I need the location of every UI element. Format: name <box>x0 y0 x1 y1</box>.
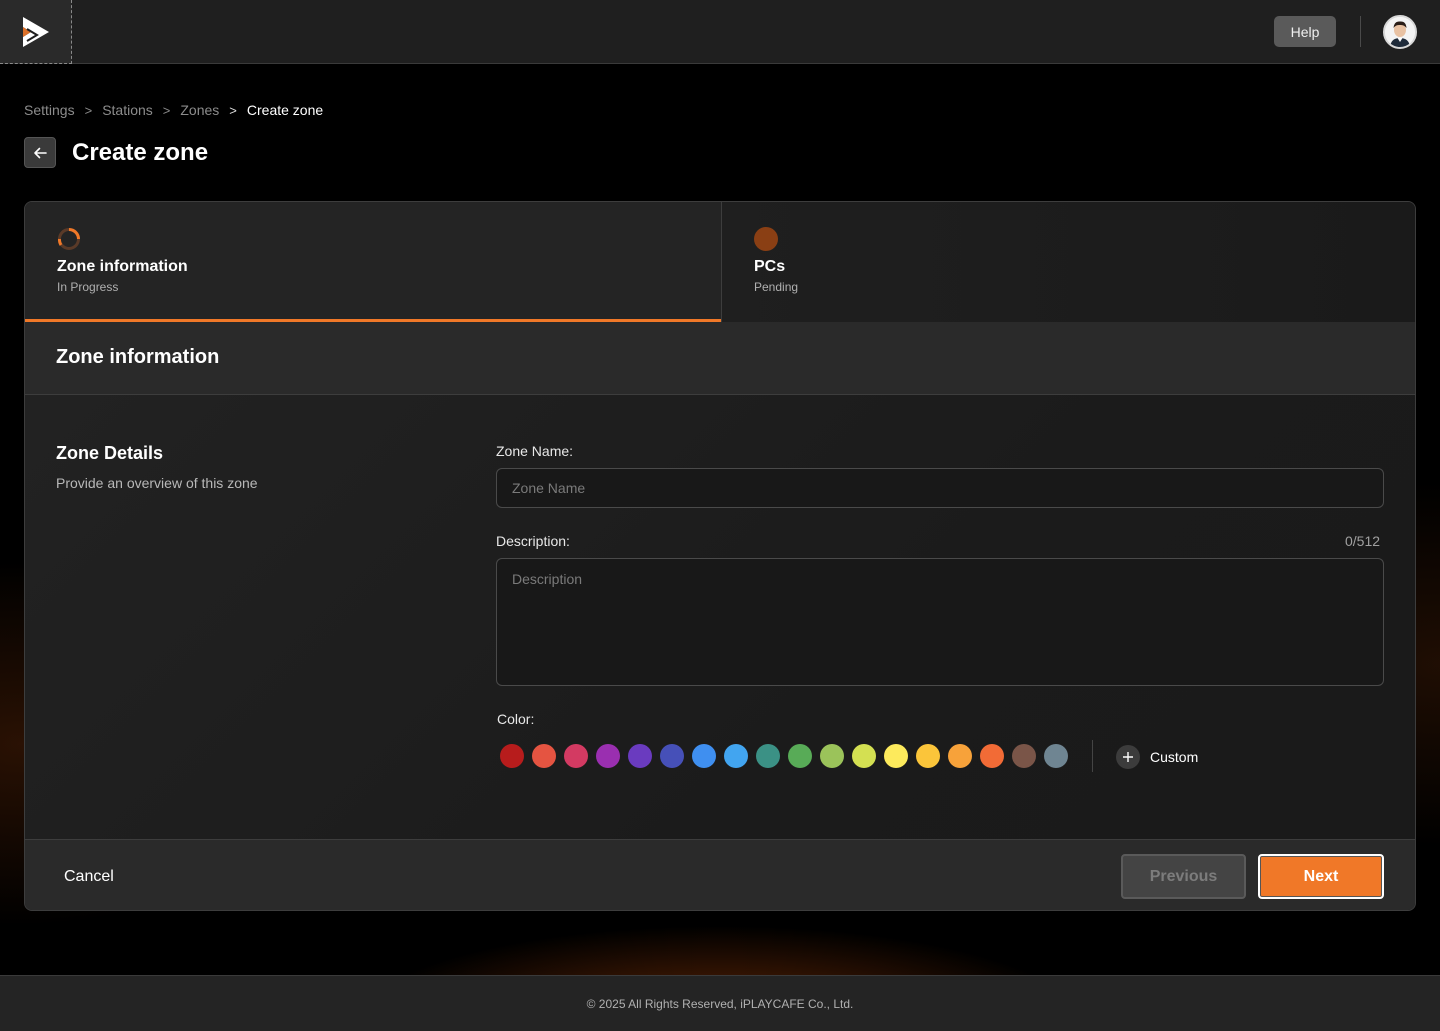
color-swatch[interactable] <box>628 744 652 768</box>
avatar-icon <box>1385 17 1415 47</box>
top-bar: Help <box>0 0 1440 64</box>
details-title: Zone Details <box>56 443 164 463</box>
color-swatch[interactable] <box>852 744 876 768</box>
description-counter: 0/512 <box>1345 533 1381 549</box>
page-title: Create zone <box>72 139 209 166</box>
section-header: Zone information <box>25 322 1415 395</box>
page-footer: © 2025 All Rights Reserved, iPLAYCAFE Co… <box>0 975 1440 1031</box>
breadcrumb-current: Create zone <box>246 102 324 118</box>
color-swatch[interactable] <box>756 744 780 768</box>
description-label: Description: <box>496 533 570 549</box>
custom-color-button[interactable]: Custom <box>1116 745 1198 769</box>
step-title: PCs <box>754 258 786 275</box>
color-swatch[interactable] <box>724 744 748 768</box>
step-zone-information[interactable]: Zone information In Progress <box>25 202 721 323</box>
section-title: Zone information <box>56 346 220 368</box>
zone-details-form: Zone Details Provide an overview of this… <box>25 395 1415 839</box>
user-avatar[interactable] <box>1383 15 1417 49</box>
breadcrumb: Settings > Stations > Zones > Create zon… <box>24 102 323 118</box>
details-subtitle: Provide an overview of this zone <box>56 475 258 491</box>
color-swatch[interactable] <box>948 744 972 768</box>
color-swatch[interactable] <box>1044 744 1068 768</box>
stepper: Zone information In Progress PCs Pending <box>25 202 1415 323</box>
help-button[interactable]: Help <box>1274 16 1336 47</box>
step-status: Pending <box>754 280 799 294</box>
swatch-divider <box>1092 740 1093 772</box>
zone-name-input[interactable] <box>496 468 1384 508</box>
color-swatch[interactable] <box>820 744 844 768</box>
breadcrumb-separator: > <box>84 102 93 118</box>
breadcrumb-settings[interactable]: Settings <box>24 102 75 118</box>
breadcrumb-separator: > <box>229 102 237 118</box>
color-swatch[interactable] <box>788 744 812 768</box>
color-swatches <box>500 744 1076 768</box>
color-label: Color: <box>497 711 535 727</box>
form-actions: Cancel Previous Next <box>25 839 1415 910</box>
next-button[interactable]: Next <box>1258 854 1384 899</box>
color-swatch[interactable] <box>884 744 908 768</box>
color-swatch[interactable] <box>532 744 556 768</box>
color-swatch[interactable] <box>596 744 620 768</box>
breadcrumb-zones[interactable]: Zones <box>180 102 219 118</box>
color-swatch[interactable] <box>660 744 684 768</box>
color-swatch[interactable] <box>980 744 1004 768</box>
zone-name-label: Zone Name: <box>496 443 574 459</box>
pending-dot-icon <box>754 227 778 251</box>
color-swatch[interactable] <box>500 744 524 768</box>
logo[interactable] <box>0 0 72 64</box>
color-swatch[interactable] <box>692 744 716 768</box>
description-textarea[interactable] <box>496 558 1384 686</box>
custom-color-label: Custom <box>1150 749 1199 765</box>
color-swatch[interactable] <box>916 744 940 768</box>
play-logo-icon <box>22 16 49 47</box>
plus-icon <box>1116 745 1140 769</box>
previous-button[interactable]: Previous <box>1121 854 1246 899</box>
breadcrumb-stations[interactable]: Stations <box>102 102 153 118</box>
arrow-left-icon <box>34 147 47 158</box>
progress-spinner-icon <box>57 228 80 250</box>
copyright-text: © 2025 All Rights Reserved, iPLAYCAFE Co… <box>586 996 854 1011</box>
step-status: In Progress <box>57 280 119 294</box>
step-pcs[interactable]: PCs Pending <box>721 202 1415 322</box>
cancel-button[interactable]: Cancel <box>64 868 114 886</box>
step-title: Zone information <box>57 258 188 275</box>
breadcrumb-separator: > <box>162 102 171 118</box>
color-swatch[interactable] <box>1012 744 1036 768</box>
create-zone-card: Zone information In Progress PCs Pending… <box>24 201 1416 911</box>
back-button[interactable] <box>24 137 56 168</box>
color-swatch[interactable] <box>564 744 588 768</box>
header-divider <box>1360 16 1361 47</box>
